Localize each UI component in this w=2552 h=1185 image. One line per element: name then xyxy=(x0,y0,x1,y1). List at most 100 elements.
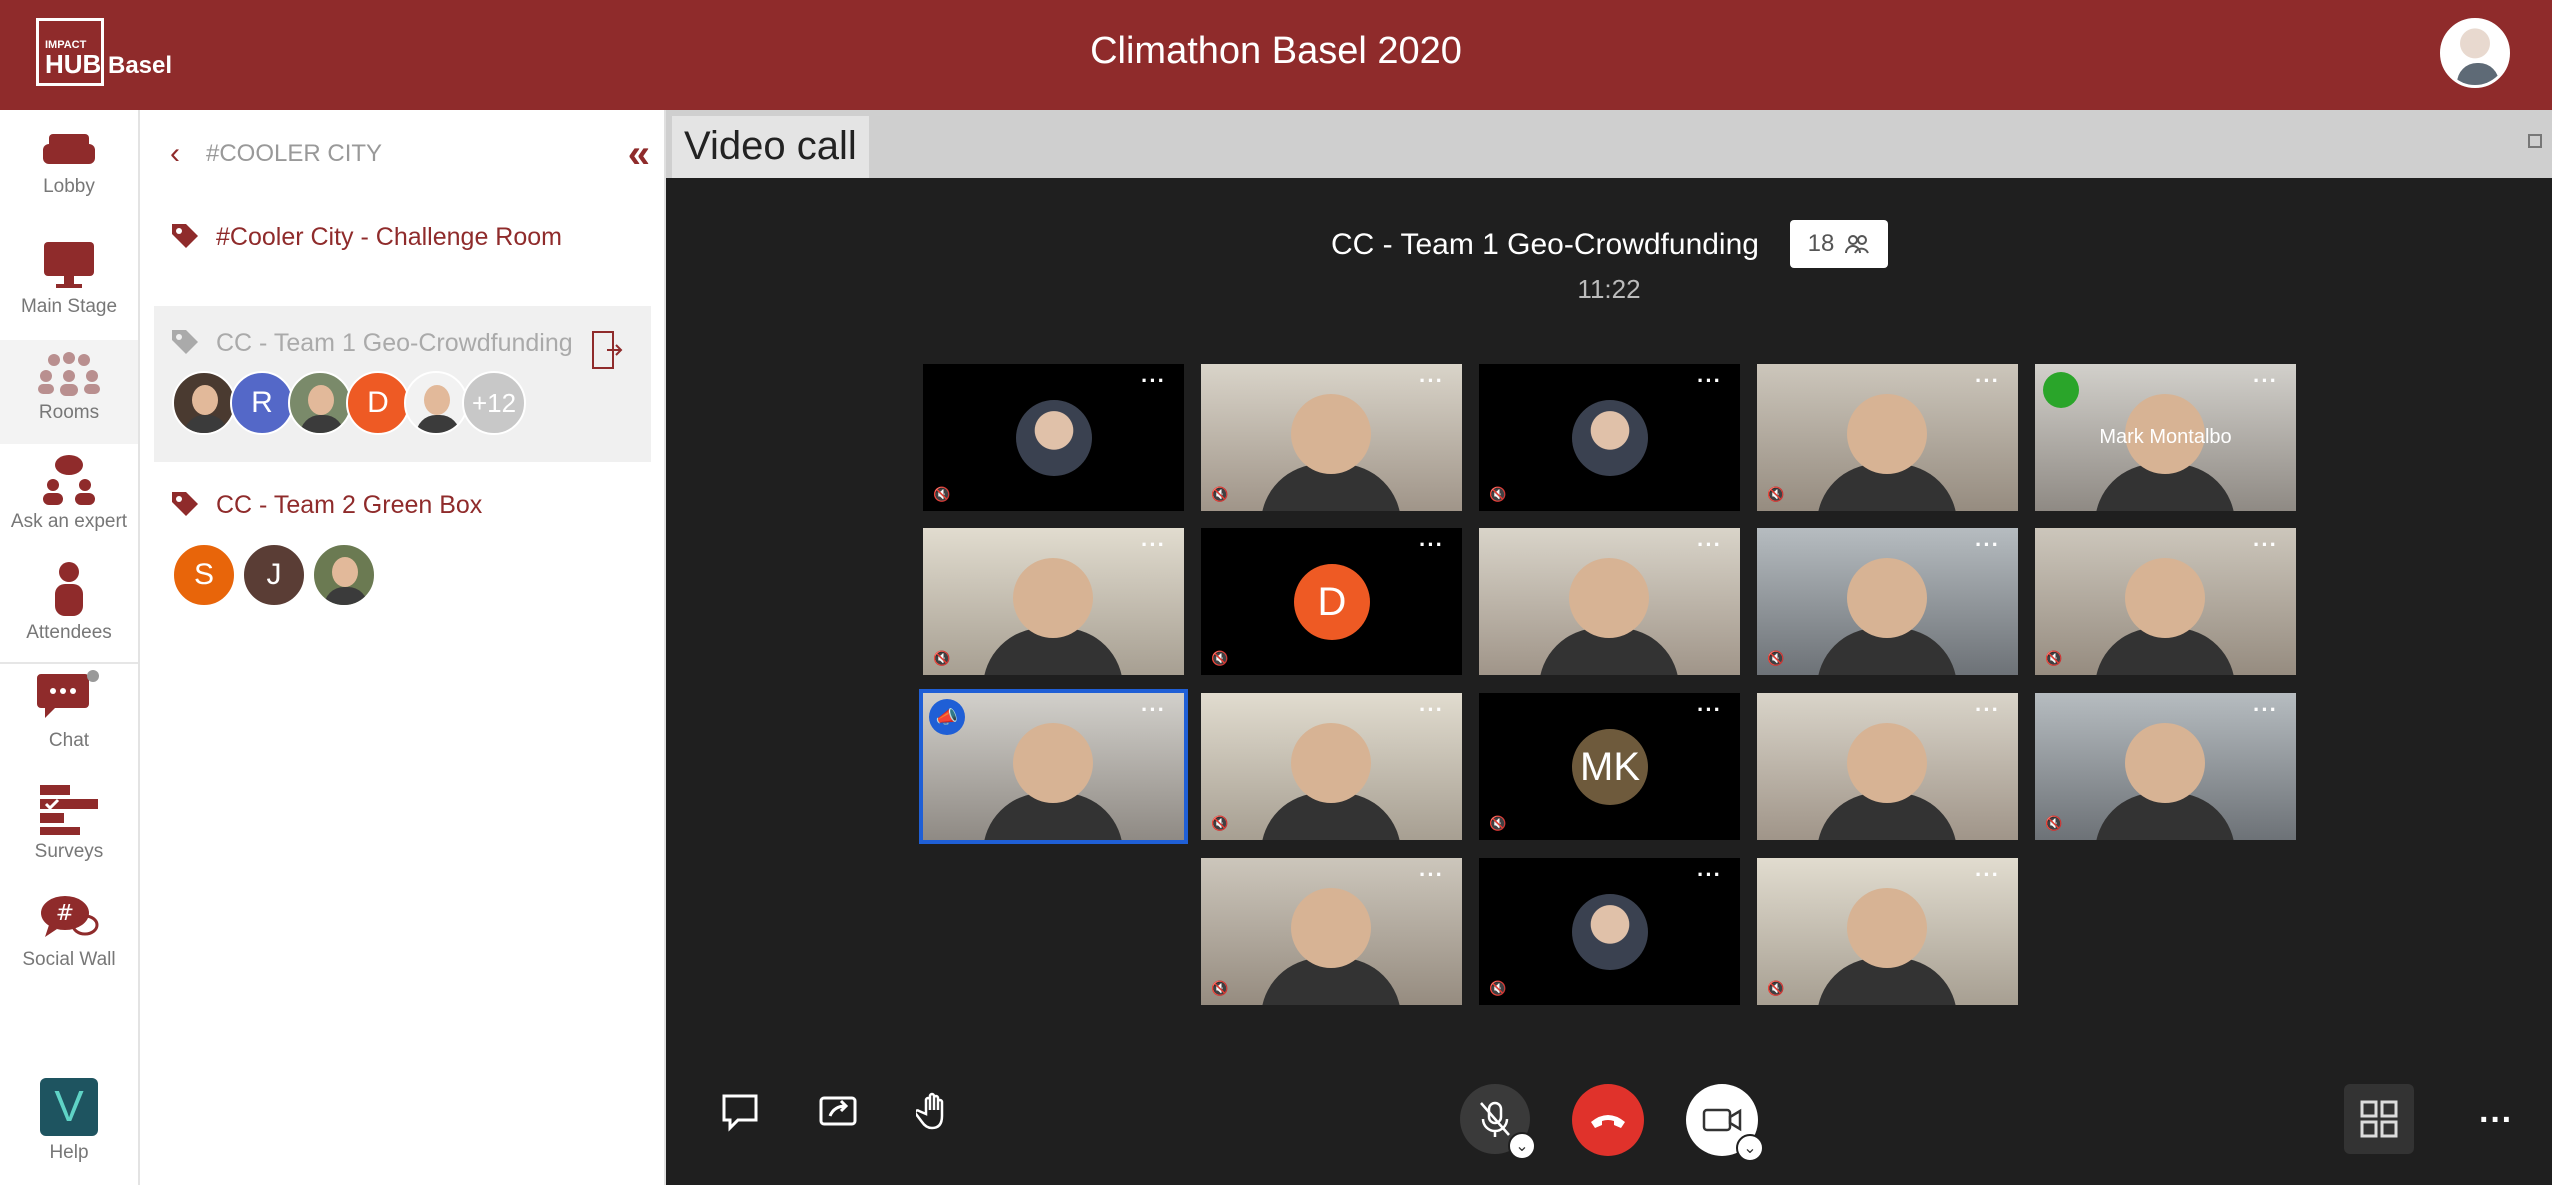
people-group-icon xyxy=(38,352,100,396)
participant-video xyxy=(1291,888,1371,968)
nav-divider xyxy=(0,662,138,664)
tile-more-icon[interactable]: ··· xyxy=(1419,697,1444,723)
participant-video xyxy=(1013,723,1093,803)
muted-mic-icon: 🔇 xyxy=(1767,486,1785,502)
microphone-button[interactable]: ⌄ xyxy=(1460,1084,1536,1160)
participant-tile[interactable]: ··· 🔇 xyxy=(1201,364,1462,511)
tile-more-icon[interactable]: ··· xyxy=(1697,862,1722,888)
participant-tile[interactable]: ··· 🔇 xyxy=(1201,693,1462,840)
tile-more-icon[interactable]: ··· xyxy=(1975,862,2000,888)
avatar[interactable]: D xyxy=(346,371,410,435)
nav-item-ask-an-expert[interactable]: Ask an expert xyxy=(0,455,138,555)
muted-mic-icon: 🔇 xyxy=(1489,815,1507,831)
participant-tile[interactable]: Mark Montalbo ··· xyxy=(2035,364,2296,511)
expert-icon xyxy=(43,455,95,505)
nav-item-lobby[interactable]: Lobby xyxy=(0,130,138,225)
muted-mic-icon: 🔇 xyxy=(933,486,951,502)
tile-more-icon[interactable]: ··· xyxy=(1697,368,1722,394)
tile-more-icon[interactable]: ··· xyxy=(1419,532,1444,558)
participant-tile[interactable]: ··· 🔇 xyxy=(1757,364,2018,511)
room-item-team2[interactable]: CC - Team 2 Green Box S J xyxy=(154,480,651,630)
tag-icon xyxy=(172,492,198,516)
room-item-challenge[interactable]: #Cooler City - Challenge Room xyxy=(154,212,651,272)
avatar[interactable] xyxy=(312,543,376,607)
avatar[interactable] xyxy=(288,371,352,435)
participant-name: Mark Montalbo xyxy=(2099,426,2232,448)
chat-icon xyxy=(37,670,99,718)
tile-more-icon[interactable]: ··· xyxy=(1697,532,1722,558)
participant-tile[interactable]: MK ··· 🔇 xyxy=(1479,693,1740,840)
nav-item-surveys[interactable]: Surveys xyxy=(0,785,138,885)
participant-tile[interactable]: ··· 🔇 xyxy=(923,364,1184,511)
video-call-tab[interactable]: Video call xyxy=(672,116,869,178)
leave-room-icon[interactable] xyxy=(589,330,623,370)
tile-more-icon[interactable]: ··· xyxy=(2253,532,2278,558)
participant-tile[interactable]: ··· 🔇 xyxy=(1201,858,1462,1005)
svg-text:#: # xyxy=(56,901,74,926)
nav-item-rooms[interactable]: Rooms xyxy=(0,340,138,444)
dominant-speaker-icon: 📣 xyxy=(929,699,965,735)
nav-item-social-wall[interactable]: # Social Wall xyxy=(0,895,138,995)
participant-avatars: R D +12 xyxy=(154,368,651,438)
tile-more-icon[interactable]: ··· xyxy=(1141,368,1166,394)
tile-view-button[interactable] xyxy=(2344,1084,2414,1154)
collapse-panel-icon[interactable]: « xyxy=(628,132,650,177)
tile-more-icon[interactable]: ··· xyxy=(1141,697,1166,723)
participants-icon xyxy=(1845,235,1870,254)
chat-toggle-button[interactable] xyxy=(718,1090,762,1134)
tag-icon xyxy=(172,224,198,248)
room-row: #Cooler City - Challenge Room xyxy=(154,212,651,262)
user-avatar[interactable] xyxy=(2440,18,2510,88)
avatar[interactable] xyxy=(172,371,236,435)
participant-tile[interactable]: ··· 🔇 xyxy=(923,528,1184,675)
nav-item-chat[interactable]: Chat xyxy=(0,670,138,770)
participant-initials: D xyxy=(1294,564,1370,640)
nav-label: Social Wall xyxy=(22,949,116,970)
tile-more-icon[interactable]: ··· xyxy=(1419,862,1444,888)
participant-tile[interactable]: ··· xyxy=(1479,528,1740,675)
participant-tile[interactable]: ··· xyxy=(1757,693,2018,840)
chevron-down-icon[interactable]: ⌄ xyxy=(1736,1134,1764,1162)
participant-tile[interactable]: ··· 🔇 xyxy=(1479,858,1740,1005)
tile-more-icon[interactable]: ··· xyxy=(1975,368,2000,394)
back-arrow-icon[interactable]: ‹ xyxy=(170,137,206,171)
participant-tile[interactable]: ··· 🔇 xyxy=(1757,858,2018,1005)
participant-tile[interactable]: ··· 🔇 xyxy=(1757,528,2018,675)
restore-window-icon[interactable] xyxy=(2528,134,2542,148)
participant-tile[interactable]: D ··· 🔇 xyxy=(1201,528,1462,675)
more-options-button[interactable]: ··· xyxy=(2474,1100,2518,1140)
avatar[interactable]: S xyxy=(172,543,236,607)
tile-more-icon[interactable]: ··· xyxy=(1975,697,2000,723)
nav-item-help[interactable]: V Help xyxy=(0,1078,138,1178)
participant-video xyxy=(2125,558,2205,638)
tile-more-icon[interactable]: ··· xyxy=(1419,368,1444,394)
tile-more-icon[interactable]: ··· xyxy=(1975,532,2000,558)
tile-more-icon[interactable]: ··· xyxy=(2253,697,2278,723)
share-screen-button[interactable] xyxy=(816,1090,860,1134)
app-header: IMPACT HUB Basel Climathon Basel 2020 xyxy=(0,0,2552,110)
raise-hand-button[interactable] xyxy=(914,1088,958,1136)
hang-up-button[interactable] xyxy=(1572,1084,1644,1156)
participant-tile[interactable]: ··· 🔇 xyxy=(1479,364,1740,511)
avatar[interactable]: R xyxy=(230,371,294,435)
avatar[interactable] xyxy=(404,371,468,435)
muted-mic-icon: 🔇 xyxy=(2045,815,2063,831)
nav-label: Main Stage xyxy=(20,296,118,317)
participant-tile[interactable]: 📣 ··· xyxy=(919,689,1188,844)
nav-item-main-stage[interactable]: Main Stage xyxy=(0,240,138,340)
participant-tile[interactable]: ··· 🔇 xyxy=(2035,693,2296,840)
participant-count: 18 xyxy=(1807,230,1835,257)
avatar[interactable]: J xyxy=(242,543,306,607)
camera-button[interactable]: ⌄ xyxy=(1686,1084,1764,1162)
more-participants-badge[interactable]: +12 xyxy=(462,371,526,435)
tile-more-icon[interactable]: ··· xyxy=(1697,697,1722,723)
chevron-down-icon[interactable]: ⌄ xyxy=(1508,1132,1536,1160)
room-item-team1[interactable]: CC - Team 1 Geo-Crowdfunding R D +12 xyxy=(154,306,651,462)
muted-mic-icon: 🔇 xyxy=(1767,650,1785,666)
tile-more-icon[interactable]: ··· xyxy=(1141,532,1166,558)
tile-more-icon[interactable]: ··· xyxy=(2253,368,2278,394)
nav-item-attendees[interactable]: Attendees xyxy=(0,560,138,660)
participant-count-badge[interactable]: 18 xyxy=(1790,220,1888,268)
participant-tile[interactable]: ··· 🔇 xyxy=(2035,528,2296,675)
video-call-titlebar: Video call xyxy=(666,110,2552,178)
